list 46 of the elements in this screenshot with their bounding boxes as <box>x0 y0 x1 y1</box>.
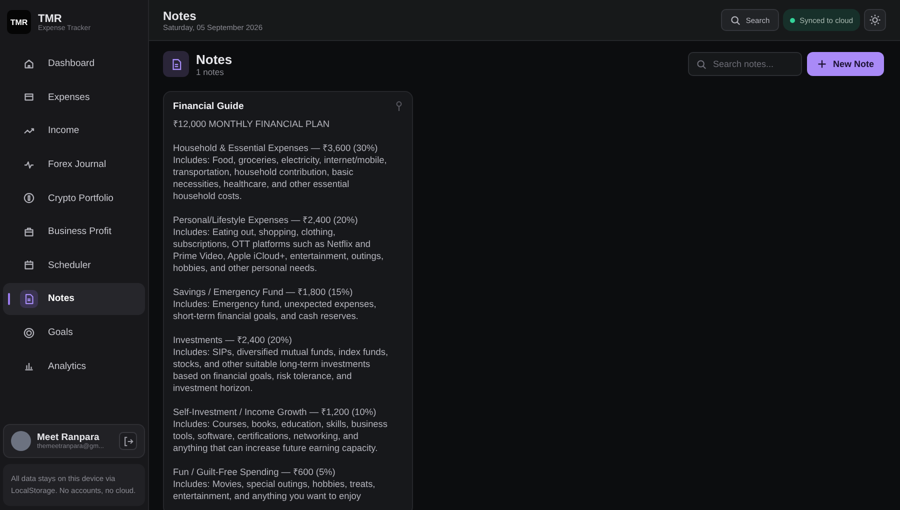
notes-count: 1 notes <box>196 66 225 76</box>
nav-item[interactable]: Forex Journal <box>3 148 145 180</box>
search-field[interactable]: Search notes... <box>688 52 802 76</box>
search-icon <box>696 59 707 70</box>
note-paragraph: Household & Essential Expenses — ₹3,600 (30%) Includes: Food, groceries, electricity, internet/mobile, transportation, household contribution, basic necessities, healthcare, and other essential household costs. <box>173 142 388 202</box>
nav-item[interactable]: Scheduler <box>3 250 145 282</box>
briefcase-icon <box>23 226 35 238</box>
pulse-icon <box>23 158 35 171</box>
nav-item[interactable]: Notes <box>3 283 145 315</box>
document-icon <box>170 58 182 70</box>
nav-item[interactable]: Income <box>3 115 145 147</box>
target-icon <box>23 326 35 339</box>
calendar-icon <box>23 259 35 272</box>
nav-item[interactable]: Crypto Portfolio <box>3 182 145 214</box>
note-title: Financial Guide <box>173 101 244 112</box>
user-name: Meet Ranpara <box>37 432 100 443</box>
card-icon <box>23 91 35 104</box>
nav-item[interactable]: Analytics <box>3 350 145 382</box>
note-card[interactable] <box>163 91 413 510</box>
note-paragraph: Fun / Guilt-Free Spending — ₹600 (5%) Includes: Movies, special outings, hobbies, treats, entertainment, and anything you want to enjoy <box>173 466 376 502</box>
bar-chart-icon <box>23 360 35 372</box>
page-heading: Notes <box>163 8 198 22</box>
nav-item[interactable]: Business Profit <box>3 216 145 248</box>
logout-button[interactable] <box>119 432 137 450</box>
plus-icon <box>816 59 827 69</box>
nav-item[interactable]: Dashboard <box>3 48 145 80</box>
app-logo: TMR <box>7 10 31 34</box>
note-paragraph: Self-Investment / Income Growth — ₹1,200 (10%) Includes: Courses, books, education, skills, business tools, software, certifications, networking, and anything that can increase future earning capacity. <box>173 406 388 454</box>
search-icon <box>730 14 741 26</box>
note-paragraph: ₹12,000 MONTHLY FINANCIAL PLAN <box>173 118 330 130</box>
sun-icon <box>869 14 881 26</box>
note-paragraph: Savings / Emergency Fund — ₹1,800 (15%) Includes: Emergency fund, unexpected expenses, short-term financial goals, and cash reserves. <box>173 286 378 322</box>
avatar <box>11 431 31 451</box>
note-paragraph: Personal/Lifestyle Expenses — ₹2,400 (20%) Includes: Eating out, shopping, clothing, subscriptions, OTT platforms such as Netflix and Prime Video, Apple iCloud+, entertainment, outings, hobbies, and other personal needs. <box>173 214 385 274</box>
app-name: TMR <box>38 12 63 24</box>
theme-toggle-button[interactable] <box>864 9 886 31</box>
note-paragraph: Investments — ₹2,400 (20%) Includes: SIPs, diversified mutual funds, index funds, stocks, and other suitable long-term investments based on financial goals, risk tolerance, and investment horizon. <box>173 334 390 394</box>
logout-icon <box>122 436 134 446</box>
home-icon <box>23 58 35 70</box>
nav-item[interactable]: Goals <box>3 316 145 348</box>
pin-icon[interactable] <box>395 101 403 111</box>
coin-icon <box>23 192 35 204</box>
new-note-button[interactable]: New Note <box>806 52 884 76</box>
document-icon <box>23 292 35 305</box>
section-title: Notes <box>196 52 232 66</box>
nav-item[interactable]: Expenses <box>3 82 145 114</box>
